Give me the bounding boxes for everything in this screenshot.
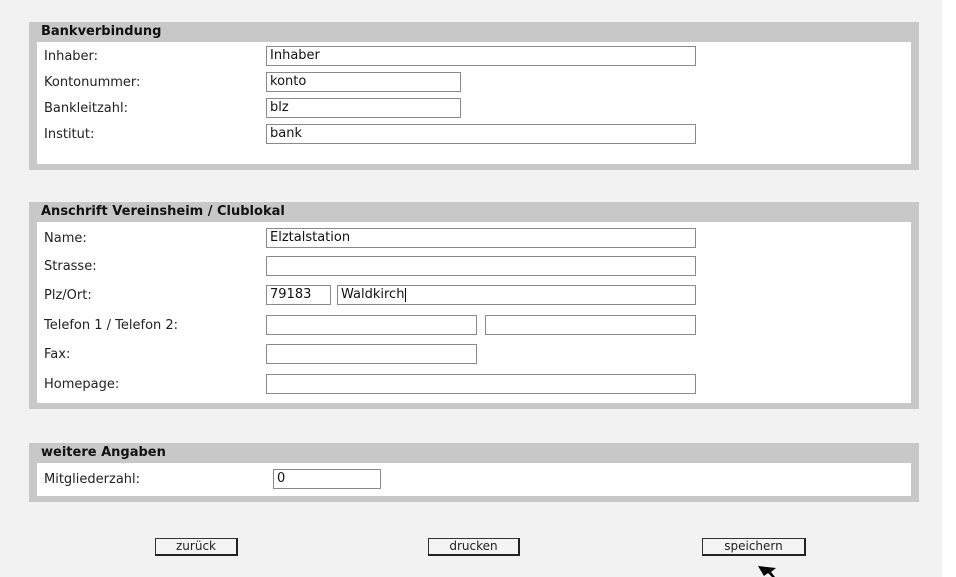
owner-input[interactable]: Inhaber [266, 46, 696, 66]
city-input[interactable]: Waldkirch [337, 285, 696, 305]
fax-row: Fax: [37, 342, 911, 368]
account-label: Kontonummer: [44, 75, 141, 90]
homepage-label: Homepage: [44, 377, 120, 392]
address-section-title: Anschrift Vereinsheim / Clublokal [41, 204, 285, 219]
name-label: Name: [44, 231, 87, 246]
mouse-pointer-icon [758, 566, 776, 577]
street-row: Strasse: [37, 254, 911, 280]
members-input[interactable]: 0 [273, 469, 381, 489]
homepage-row: Homepage: [37, 372, 911, 398]
institute-row: Institut: bank [37, 122, 911, 148]
right-margin [942, 0, 956, 577]
text-caret [405, 287, 407, 302]
bank-section: Bankverbindung Inhaber: Inhaber Kontonum… [29, 22, 919, 170]
blz-input[interactable]: blz [266, 98, 461, 118]
phone-row: Telefon 1 / Telefon 2: [37, 313, 911, 339]
zip-input[interactable]: 79183 [266, 285, 331, 305]
more-section: weitere Angaben Mitgliederzahl: 0 [29, 443, 919, 502]
institute-input[interactable]: bank [266, 124, 696, 144]
address-section-body: Name: Elztalstation Strasse: Plz/Ort: 79… [37, 222, 911, 403]
phone2-input[interactable] [485, 315, 696, 335]
account-input[interactable]: konto [266, 72, 461, 92]
fax-label: Fax: [44, 347, 71, 362]
phone-label: Telefon 1 / Telefon 2: [44, 318, 179, 333]
account-row: Kontonummer: konto [37, 70, 911, 96]
phone1-input[interactable] [266, 315, 477, 335]
street-input[interactable] [266, 256, 696, 276]
address-section: Anschrift Vereinsheim / Clublokal Name: … [29, 202, 919, 409]
members-label: Mitgliederzahl: [44, 472, 141, 487]
name-input[interactable]: Elztalstation [266, 228, 696, 248]
blz-row: Bankleitzahl: blz [37, 96, 911, 122]
print-button[interactable]: drucken [428, 538, 520, 556]
homepage-input[interactable] [266, 374, 696, 394]
bank-section-body: Inhaber: Inhaber Kontonummer: konto Bank… [37, 42, 911, 164]
more-section-body: Mitgliederzahl: 0 [37, 463, 911, 496]
page-background: Bankverbindung Inhaber: Inhaber Kontonum… [0, 0, 942, 577]
back-button[interactable]: zurück [155, 538, 238, 556]
members-row: Mitgliederzahl: 0 [37, 467, 911, 493]
name-row: Name: Elztalstation [37, 226, 911, 252]
zip-city-label: Plz/Ort: [44, 288, 92, 303]
fax-input[interactable] [266, 344, 477, 364]
zip-city-row: Plz/Ort: 79183 Waldkirch [37, 283, 911, 309]
owner-label: Inhaber: [44, 49, 99, 64]
blz-label: Bankleitzahl: [44, 101, 128, 116]
save-button[interactable]: speichern [702, 538, 806, 556]
city-value: Waldkirch [341, 287, 405, 302]
bank-section-title: Bankverbindung [41, 24, 162, 39]
street-label: Strasse: [44, 259, 97, 274]
owner-row: Inhaber: Inhaber [37, 44, 911, 70]
institute-label: Institut: [44, 127, 95, 142]
more-section-title: weitere Angaben [41, 445, 166, 460]
